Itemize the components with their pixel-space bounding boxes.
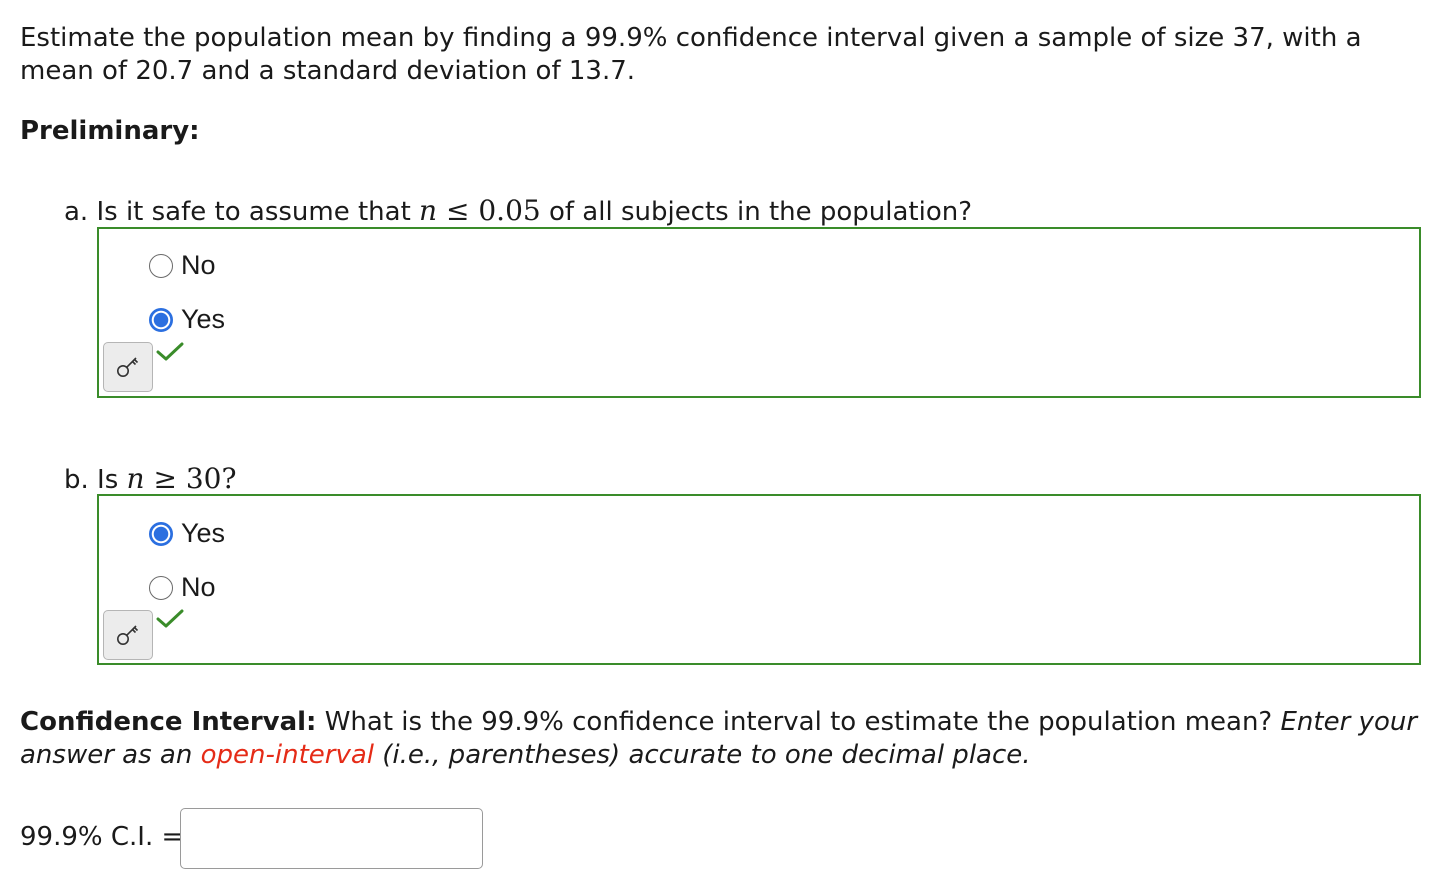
question-a-option-no[interactable]: No: [149, 250, 216, 281]
question-b-answer-box: [97, 494, 1421, 665]
question-b-option-yes[interactable]: Yes: [149, 518, 225, 549]
question-a-text: a. Is it safe to assume that n ≤ 0.05 of…: [64, 195, 972, 228]
confidence-interval-question: Confidence Interval: What is the 99.9% c…: [20, 706, 1430, 772]
problem-statement-line-2: mean of 20.7 and a standard deviation of…: [20, 56, 636, 86]
question-a-math-rel: ≤ 0.05: [437, 194, 541, 227]
question-b-math-var: n: [126, 462, 145, 495]
question-a-math: n ≤ 0.05: [419, 194, 541, 227]
radio-unselected[interactable]: [149, 253, 173, 278]
radio-selected[interactable]: [149, 307, 173, 332]
question-a-prefix: a. Is it safe to assume that: [64, 197, 420, 227]
key-icon: [117, 625, 139, 645]
radio-selected[interactable]: [149, 521, 173, 546]
ci-heading-text: What is the 99.9% confidence interval to…: [316, 707, 1281, 737]
ci-answer-input[interactable]: [180, 808, 483, 869]
radio-unselected[interactable]: [149, 575, 173, 600]
problem-statement: Estimate the population mean by finding …: [20, 22, 1420, 88]
question-a-key-button[interactable]: [103, 342, 153, 392]
question-a-option-yes[interactable]: Yes: [149, 304, 225, 335]
question-b-math: n ≥ 30?: [127, 462, 237, 495]
preliminary-heading: Preliminary:: [20, 116, 200, 146]
problem-statement-line-1: Estimate the population mean by finding …: [20, 23, 1362, 53]
ci-heading-bold: Confidence Interval:: [20, 707, 317, 737]
question-b-key-button[interactable]: [103, 610, 153, 660]
option-label: Yes: [181, 304, 226, 334]
question-a-suffix: of all subjects in the population?: [540, 197, 973, 227]
key-icon: [117, 357, 139, 377]
option-label: Yes: [181, 518, 226, 548]
question-a-math-var: n: [419, 194, 438, 227]
question-b-prefix: b. Is: [64, 465, 127, 495]
question-a-answer-box: [97, 227, 1421, 398]
ci-instruction-3: (i.e., parentheses) accurate to one deci…: [374, 740, 1031, 770]
option-label: No: [181, 250, 216, 280]
option-label: No: [181, 572, 216, 602]
ci-input-label: 99.9% C.I. =: [20, 822, 184, 852]
question-b-math-rel: ≥ 30?: [144, 462, 237, 495]
checkmark-icon: [156, 609, 184, 628]
checkmark-icon: [156, 342, 184, 361]
open-interval-link[interactable]: open-interval: [201, 740, 374, 770]
ci-instruction-2: answer as an: [20, 740, 201, 770]
question-b-option-no[interactable]: No: [149, 572, 216, 603]
question-b-text: b. Is n ≥ 30?: [64, 463, 236, 496]
ci-instruction-1: Enter your: [1280, 707, 1418, 737]
